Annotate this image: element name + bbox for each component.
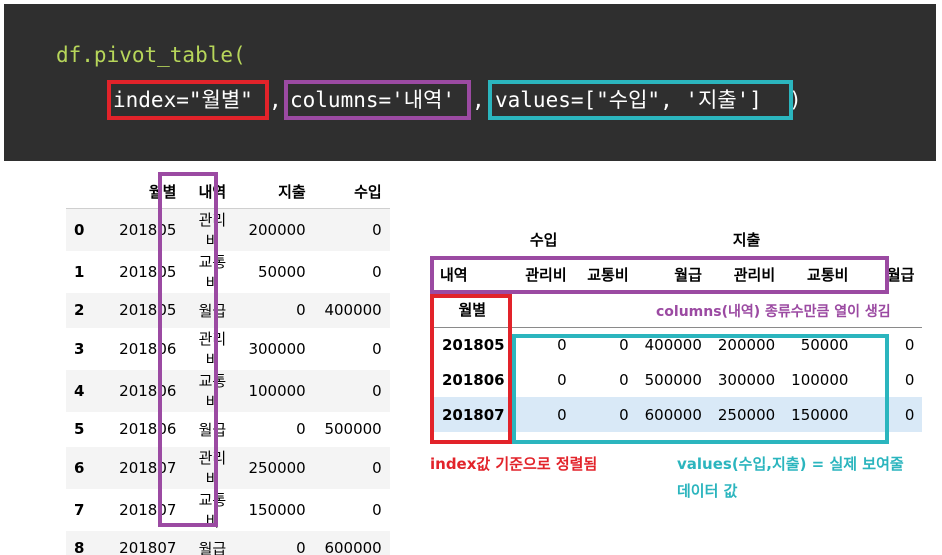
table-row: 4 201806 교통비 100000 0 [66, 369, 390, 412]
index-header [66, 175, 92, 208]
cell-expense: 250000 [240, 446, 314, 489]
item-column-highlight-box [158, 172, 218, 527]
pivot-header-expense: 지출 [732, 231, 761, 249]
cell-expense: 0 [296, 420, 306, 438]
values-annotation-line2: 데이터 값 [677, 482, 738, 500]
cell-expense: 100000 [240, 369, 314, 412]
cell-expense: 300000 [248, 339, 306, 358]
column-header-income: 수입 [354, 182, 382, 201]
pivot-values-highlight-box [512, 334, 889, 444]
table-row: 8 201807 월급 0 600000 [66, 530, 390, 555]
row-index: 7 [74, 500, 85, 519]
table-row: 5 201806 월급 0 500000 [66, 412, 390, 447]
row-index: 0 [66, 208, 93, 251]
cell-expense: 50000 [257, 262, 306, 281]
cell-expense: 0 [240, 530, 314, 555]
pivot-index-highlight-box [430, 294, 512, 444]
cell-income: 0 [372, 339, 382, 358]
code-line-1: df.pivot_table( [56, 43, 246, 67]
cell-income: 600000 [313, 530, 390, 555]
table-row: 7 201807 교통비 150000 0 [66, 489, 390, 531]
pivot-columns-highlight-box [430, 256, 889, 294]
table-row: 1 201805 교통비 50000 0 [66, 251, 390, 293]
cell-income: 400000 [313, 292, 390, 328]
code-separator: , [472, 88, 485, 112]
cell-item: 월급 [184, 530, 241, 555]
index-annotation: index값 기준으로 정렬됨 [430, 455, 598, 473]
code-function-call: df.pivot_table( [56, 43, 246, 67]
cell-income: 0 [372, 262, 382, 281]
table-header-row: 월별 내역 지출 수입 [66, 175, 390, 208]
row-index: 4 [66, 369, 93, 412]
values-annotation-line1: values(수입,지출) = 실제 보여줄 [677, 455, 904, 473]
index-arg-highlight-box [107, 80, 269, 120]
cell-income: 0 [313, 369, 390, 412]
cell-income: 500000 [324, 420, 382, 438]
row-index: 2 [66, 292, 93, 328]
cell-income: 0 [313, 446, 390, 489]
table-row: 0 201805 관리비 200000 0 [66, 208, 390, 251]
pivot-values-header-row: 수입 지출 [432, 222, 922, 257]
cell-expense: 200000 [240, 208, 314, 251]
table-row: 3 201806 관리비 300000 0 [66, 328, 390, 370]
cell-expense: 0 [240, 292, 314, 328]
cell-income: 0 [313, 208, 390, 251]
row-index: 3 [74, 339, 85, 358]
row-index: 1 [74, 262, 85, 281]
row-index: 5 [74, 420, 85, 438]
row-index: 6 [66, 446, 93, 489]
values-arg-highlight-box [488, 80, 793, 120]
row-index: 8 [66, 530, 93, 555]
cell-income: 0 [372, 500, 382, 519]
columns-annotation: columns(내역) 종류수만큼 열이 생김 [656, 304, 891, 320]
cell-month: 201807 [92, 530, 185, 555]
table-row: 6 201807 관리비 250000 0 [66, 446, 390, 489]
column-header-expense: 지출 [278, 182, 306, 201]
table-row: 2 201805 월급 0 400000 [66, 292, 390, 328]
pivot-header-income: 수입 [529, 231, 558, 249]
columns-arg-highlight-box [284, 80, 471, 120]
source-dataframe-table: 월별 내역 지출 수입 0 201805 관리비 200000 0 1 2018… [66, 175, 390, 555]
code-line-2: index="월별" , columns='내역' , values=["수입"… [107, 80, 802, 120]
code-separator: , [269, 88, 282, 112]
cell-expense: 150000 [248, 500, 306, 519]
